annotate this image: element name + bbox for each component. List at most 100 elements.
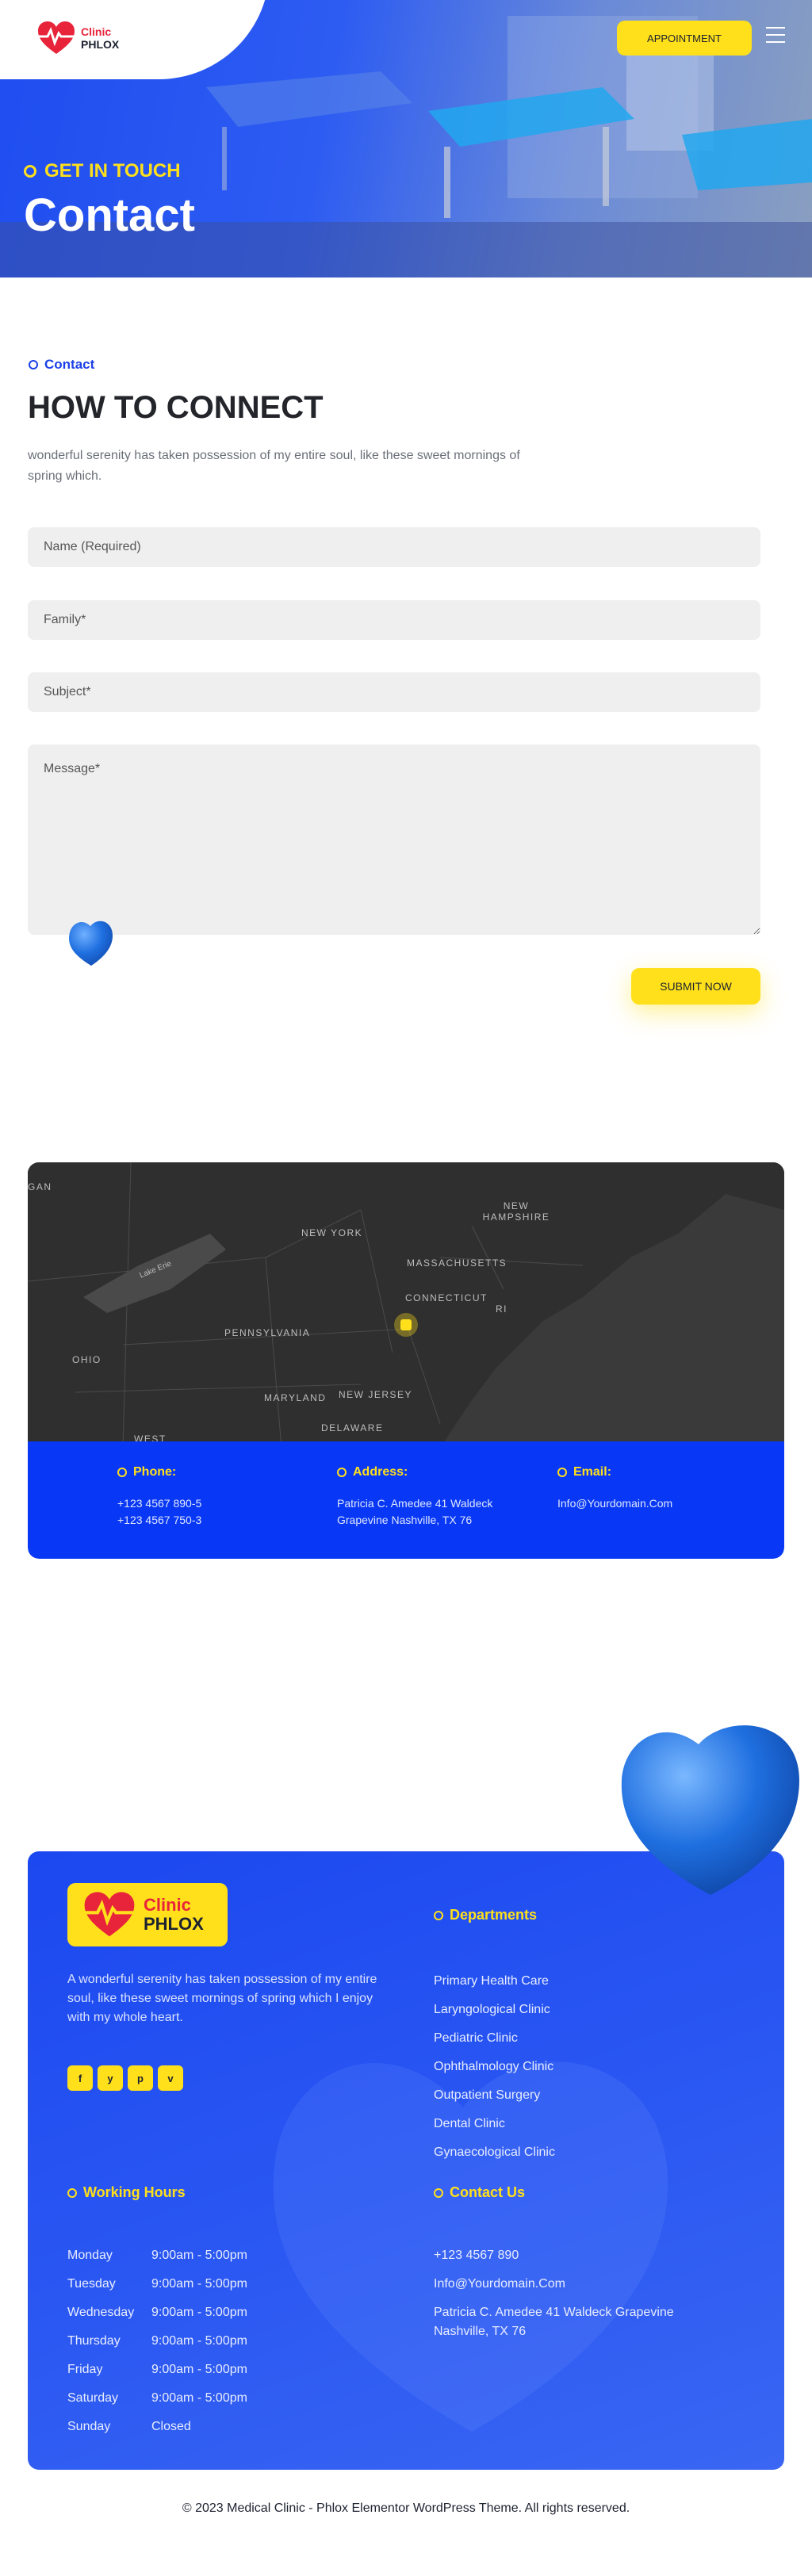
phone-info: Phone: +123 4567 890-5 +123 4567 750-3 [117, 1465, 201, 1529]
department-link[interactable]: Dental Clinic [434, 2110, 555, 2138]
site-logo[interactable]: Clinic PHLOX [36, 21, 119, 56]
department-link[interactable]: Laryngological Clinic [434, 1996, 555, 2024]
page-spacer [0, 0, 1, 2576]
working-hours-heading: Working Hours [67, 2184, 186, 2201]
hours-day: Monday [67, 2249, 113, 2262]
hero-banner: Clinic PHLOX APPOINTMENT GET IN TOUCH Co… [0, 0, 812, 278]
contact-info-bar: Phone: +123 4567 890-5 +123 4567 750-3 A… [28, 1441, 784, 1559]
map-label: MASSACHUSETTS [407, 1257, 508, 1269]
address-info: Address: Patricia C. Amedee 41 Waldeck G… [337, 1465, 492, 1529]
decorative-heart-small [69, 921, 113, 966]
hours-time: 9:00am - 5:00pm [151, 2334, 247, 2348]
department-link[interactable]: Outpatient Surgery [434, 2081, 555, 2110]
footer-phone[interactable]: +123 4567 890 [434, 2246, 719, 2265]
address-title: Address: [353, 1465, 408, 1479]
logo-name-line2: PHLOX [144, 1914, 204, 1934]
message-field[interactable] [28, 744, 760, 935]
email-info: Email: Info@Yourdomain.Com [557, 1465, 672, 1512]
email-title: Email: [573, 1465, 612, 1479]
map-marker-icon[interactable] [394, 1313, 418, 1337]
hours-row: Wednesday 9:00am - 5:00pm [67, 2298, 247, 2327]
copyright-text: © 2023 Medical Clinic - Phlox Elementor … [182, 2501, 630, 2515]
map-label: RI [496, 1303, 508, 1315]
map-label: DELAWARE [321, 1422, 384, 1433]
circle-bullet-icon [24, 165, 36, 178]
hours-row: Sunday Closed [67, 2413, 247, 2441]
working-hours-title: Working Hours [83, 2184, 186, 2200]
map-terrain [28, 1162, 784, 1448]
hours-day: Wednesday [67, 2306, 135, 2319]
section-kicker-text: Contact [44, 357, 95, 372]
subject-field[interactable] [28, 672, 760, 712]
circle-bullet-icon [434, 1910, 443, 1920]
phone-number[interactable]: +123 4567 750-3 [117, 1512, 201, 1529]
map-label: OHIO [72, 1354, 102, 1365]
contact-us-title: Contact Us [450, 2184, 526, 2200]
map-view[interactable]: GAN NEW YORK NEW HAMPSHIRE MASSACHUSETTS… [28, 1162, 784, 1448]
phone-number[interactable]: +123 4567 890-5 [117, 1495, 201, 1512]
social-links: f y p v [67, 2065, 183, 2091]
departments-title: Departments [450, 1907, 538, 1923]
family-field[interactable] [28, 600, 760, 640]
map-label: CONNECTICUT [405, 1292, 488, 1303]
heart-pulse-icon [38, 21, 75, 54]
footer-logo[interactable]: Clinic PHLOX [67, 1883, 228, 1946]
hours-day: Sunday [67, 2420, 111, 2433]
departments-heading: Departments [434, 1907, 537, 1923]
map-label: MARYLAND [264, 1392, 327, 1403]
twitter-icon[interactable]: y [98, 2065, 123, 2091]
department-link[interactable]: Pediatric Clinic [434, 2024, 555, 2053]
department-link[interactable]: Gynaecological Clinic [434, 2138, 555, 2167]
hours-time: 9:00am - 5:00pm [151, 2277, 247, 2291]
location-card: GAN NEW YORK NEW HAMPSHIRE MASSACHUSETTS… [28, 1162, 784, 1559]
hours-day: Saturday [67, 2391, 119, 2405]
footer-description: A wonderful serenity has taken possessio… [67, 1973, 377, 2024]
departments-list: Primary Health Care Laryngological Clini… [434, 1967, 555, 2167]
email-address[interactable]: Info@Yourdomain.Com [557, 1495, 672, 1512]
department-link[interactable]: Primary Health Care [434, 1967, 555, 1996]
circle-bullet-icon [29, 360, 38, 369]
section-kicker: Contact [29, 357, 94, 373]
circle-bullet-icon [67, 2187, 77, 2198]
map-label: NEW HAMPSHIRE [482, 1200, 550, 1223]
hours-time: 9:00am - 5:00pm [151, 2249, 247, 2262]
form-heading: HOW TO CONNECT [28, 390, 324, 425]
hours-time: Closed [151, 2420, 191, 2433]
logo-name-line1: Clinic [81, 25, 112, 38]
hours-day: Friday [67, 2363, 103, 2376]
footer-email[interactable]: Info@Yourdomain.Com [434, 2275, 719, 2294]
logo-name-line1: Clinic [144, 1895, 191, 1915]
facebook-icon[interactable]: f [67, 2065, 93, 2091]
circle-bullet-icon [557, 1468, 567, 1477]
circle-bullet-icon [434, 2187, 443, 2198]
hours-time: 9:00am - 5:00pm [151, 2306, 247, 2319]
department-link[interactable]: Ophthalmology Clinic [434, 2053, 555, 2081]
hero-kicker-text: GET IN TOUCH [44, 160, 181, 182]
hours-day: Thursday [67, 2334, 121, 2348]
name-field[interactable] [28, 527, 760, 567]
hours-row: Friday 9:00am - 5:00pm [67, 2356, 247, 2384]
logo-name-line2: PHLOX [81, 38, 120, 51]
hamburger-menu-icon[interactable] [766, 27, 785, 43]
contact-us-heading: Contact Us [434, 2184, 525, 2201]
working-hours-table: Monday 9:00am - 5:00pm Tuesday 9:00am - 5:… [67, 2241, 247, 2441]
pinterest-icon[interactable]: p [128, 2065, 153, 2091]
address-line: Patricia C. Amedee 41 Waldeck [337, 1497, 493, 1510]
circle-bullet-icon [337, 1468, 347, 1477]
map-label: NEW JERSEY [339, 1389, 413, 1400]
contact-us-details: +123 4567 890 Info@Yourdomain.Com Patric… [434, 2246, 719, 2351]
decorative-heart-large [621, 1725, 799, 1895]
address-line: Grapevine Nashville, TX 76 [337, 1514, 473, 1526]
hours-day: Tuesday [67, 2277, 116, 2291]
appointment-button[interactable]: APPOINTMENT [617, 21, 752, 56]
hero-kicker: GET IN TOUCH [24, 160, 181, 182]
map-label: NEW YORK [301, 1227, 363, 1238]
form-description: wonderful serenity has taken possession … [28, 449, 520, 483]
hours-row: Tuesday 9:00am - 5:00pm [67, 2270, 247, 2298]
hours-time: 9:00am - 5:00pm [151, 2391, 247, 2405]
footer: Clinic PHLOX A wonderful serenity has ta… [28, 1851, 784, 2470]
submit-button[interactable]: SUBMIT NOW [631, 968, 760, 1005]
hours-row: Thursday 9:00am - 5:00pm [67, 2327, 247, 2356]
vimeo-icon[interactable]: v [158, 2065, 183, 2091]
heart-pulse-icon [84, 1892, 135, 1937]
